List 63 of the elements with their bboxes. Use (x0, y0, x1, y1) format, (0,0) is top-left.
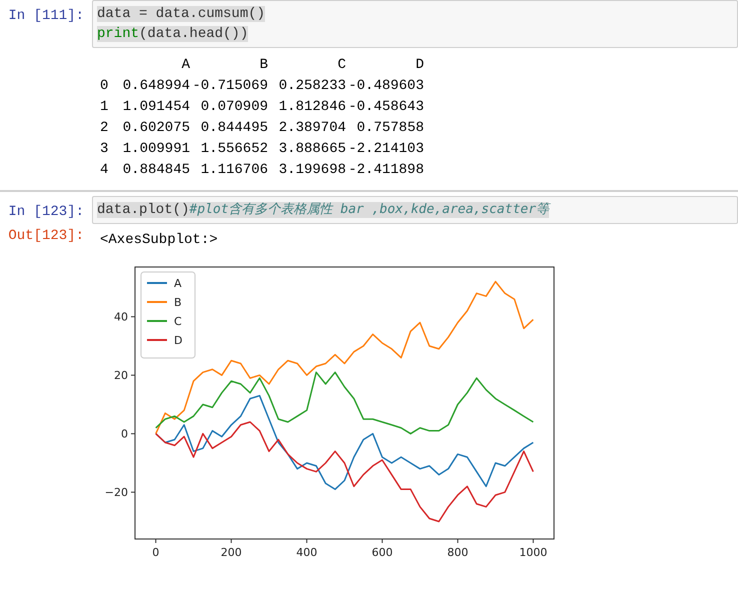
table-cell-text: 1.812846 (278, 98, 346, 117)
input-prompt: In [111]: (7, 7, 85, 24)
table-cell-text: 0.070909 (200, 98, 268, 117)
y-tick: 0 (121, 428, 136, 441)
table-cell-text: -0.458643 (347, 98, 424, 117)
table-cell-text: 0.648994 (122, 77, 190, 96)
legend-label: B (174, 296, 182, 309)
row-index: 2 (100, 119, 110, 138)
table-cell-text: -0.715069 (191, 77, 268, 96)
output-text: <AxesSubplot:> (100, 232, 219, 248)
table-cell-text: 1.556652 (200, 140, 268, 159)
table-cell-text: 3.199698 (278, 161, 346, 180)
x-tick: 200 (220, 538, 242, 559)
table-cell-text: 1.091454 (122, 98, 190, 117)
legend-label: D (174, 334, 182, 347)
x-tick-label: 800 (447, 546, 468, 559)
y-tick: 40 (114, 310, 136, 324)
code-cell[interactable]: data.plot()#plot含有多个表格属性 bar ,box,kde,area,scatter等 (92, 196, 738, 224)
column-header: A (180, 56, 190, 75)
table-cell-text: 0.757858 (356, 119, 424, 138)
table-cell-text: 0.884845 (122, 161, 190, 180)
row-index: 3 (100, 140, 110, 159)
table-cell-text: 0.844495 (200, 119, 268, 138)
y-tick-label: 40 (114, 310, 128, 324)
x-tick-label: 400 (296, 546, 318, 559)
x-tick: 400 (296, 538, 318, 559)
row-index: 0 (100, 77, 110, 96)
y-tick: −20 (104, 486, 136, 500)
table-cell-text: -2.411898 (347, 161, 424, 180)
table-cell-text: 0.602075 (122, 119, 190, 138)
legend-label: A (174, 277, 182, 290)
code-cell[interactable]: data = data.cumsum() print(data.head()) (92, 0, 738, 48)
x-tick-label: 1000 (519, 546, 548, 559)
y-tick: 20 (114, 369, 136, 382)
y-tick-label: 20 (114, 369, 128, 382)
column-header: C (336, 56, 346, 75)
y-tick-label: 0 (121, 428, 128, 441)
x-tick-label: 200 (220, 546, 242, 559)
table-cell-text: 0.258233 (278, 77, 346, 96)
x-tick: 600 (372, 538, 393, 559)
legend-entry: C (147, 315, 182, 328)
legend-entry: A (147, 277, 182, 290)
column-header: D (414, 56, 424, 75)
table-cell-text: -2.214103 (347, 140, 424, 159)
table-cell-text: -0.489603 (347, 77, 424, 96)
legend-label: C (174, 315, 182, 328)
legend-entry: B (147, 296, 182, 309)
output-prompt: Out[123]: (7, 227, 85, 244)
table-cell-text: 1.116706 (200, 161, 268, 180)
table-cell-text: 2.389704 (278, 119, 346, 138)
x-tick-label: 600 (372, 546, 393, 559)
input-prompt: In [123]: (7, 203, 85, 220)
x-tick: 800 (447, 538, 468, 559)
x-tick: 0 (152, 538, 160, 559)
y-tick-label: −20 (104, 486, 128, 500)
legend-entry: D (147, 334, 182, 347)
column-header: B (258, 56, 268, 75)
row-index: 1 (100, 98, 110, 117)
table-cell-text: 3.888665 (278, 140, 346, 159)
table-cell-text: 1.009991 (122, 140, 190, 159)
x-tick: 1000 (519, 538, 548, 559)
row-index: 4 (100, 161, 110, 180)
x-tick-label: 0 (152, 546, 160, 559)
